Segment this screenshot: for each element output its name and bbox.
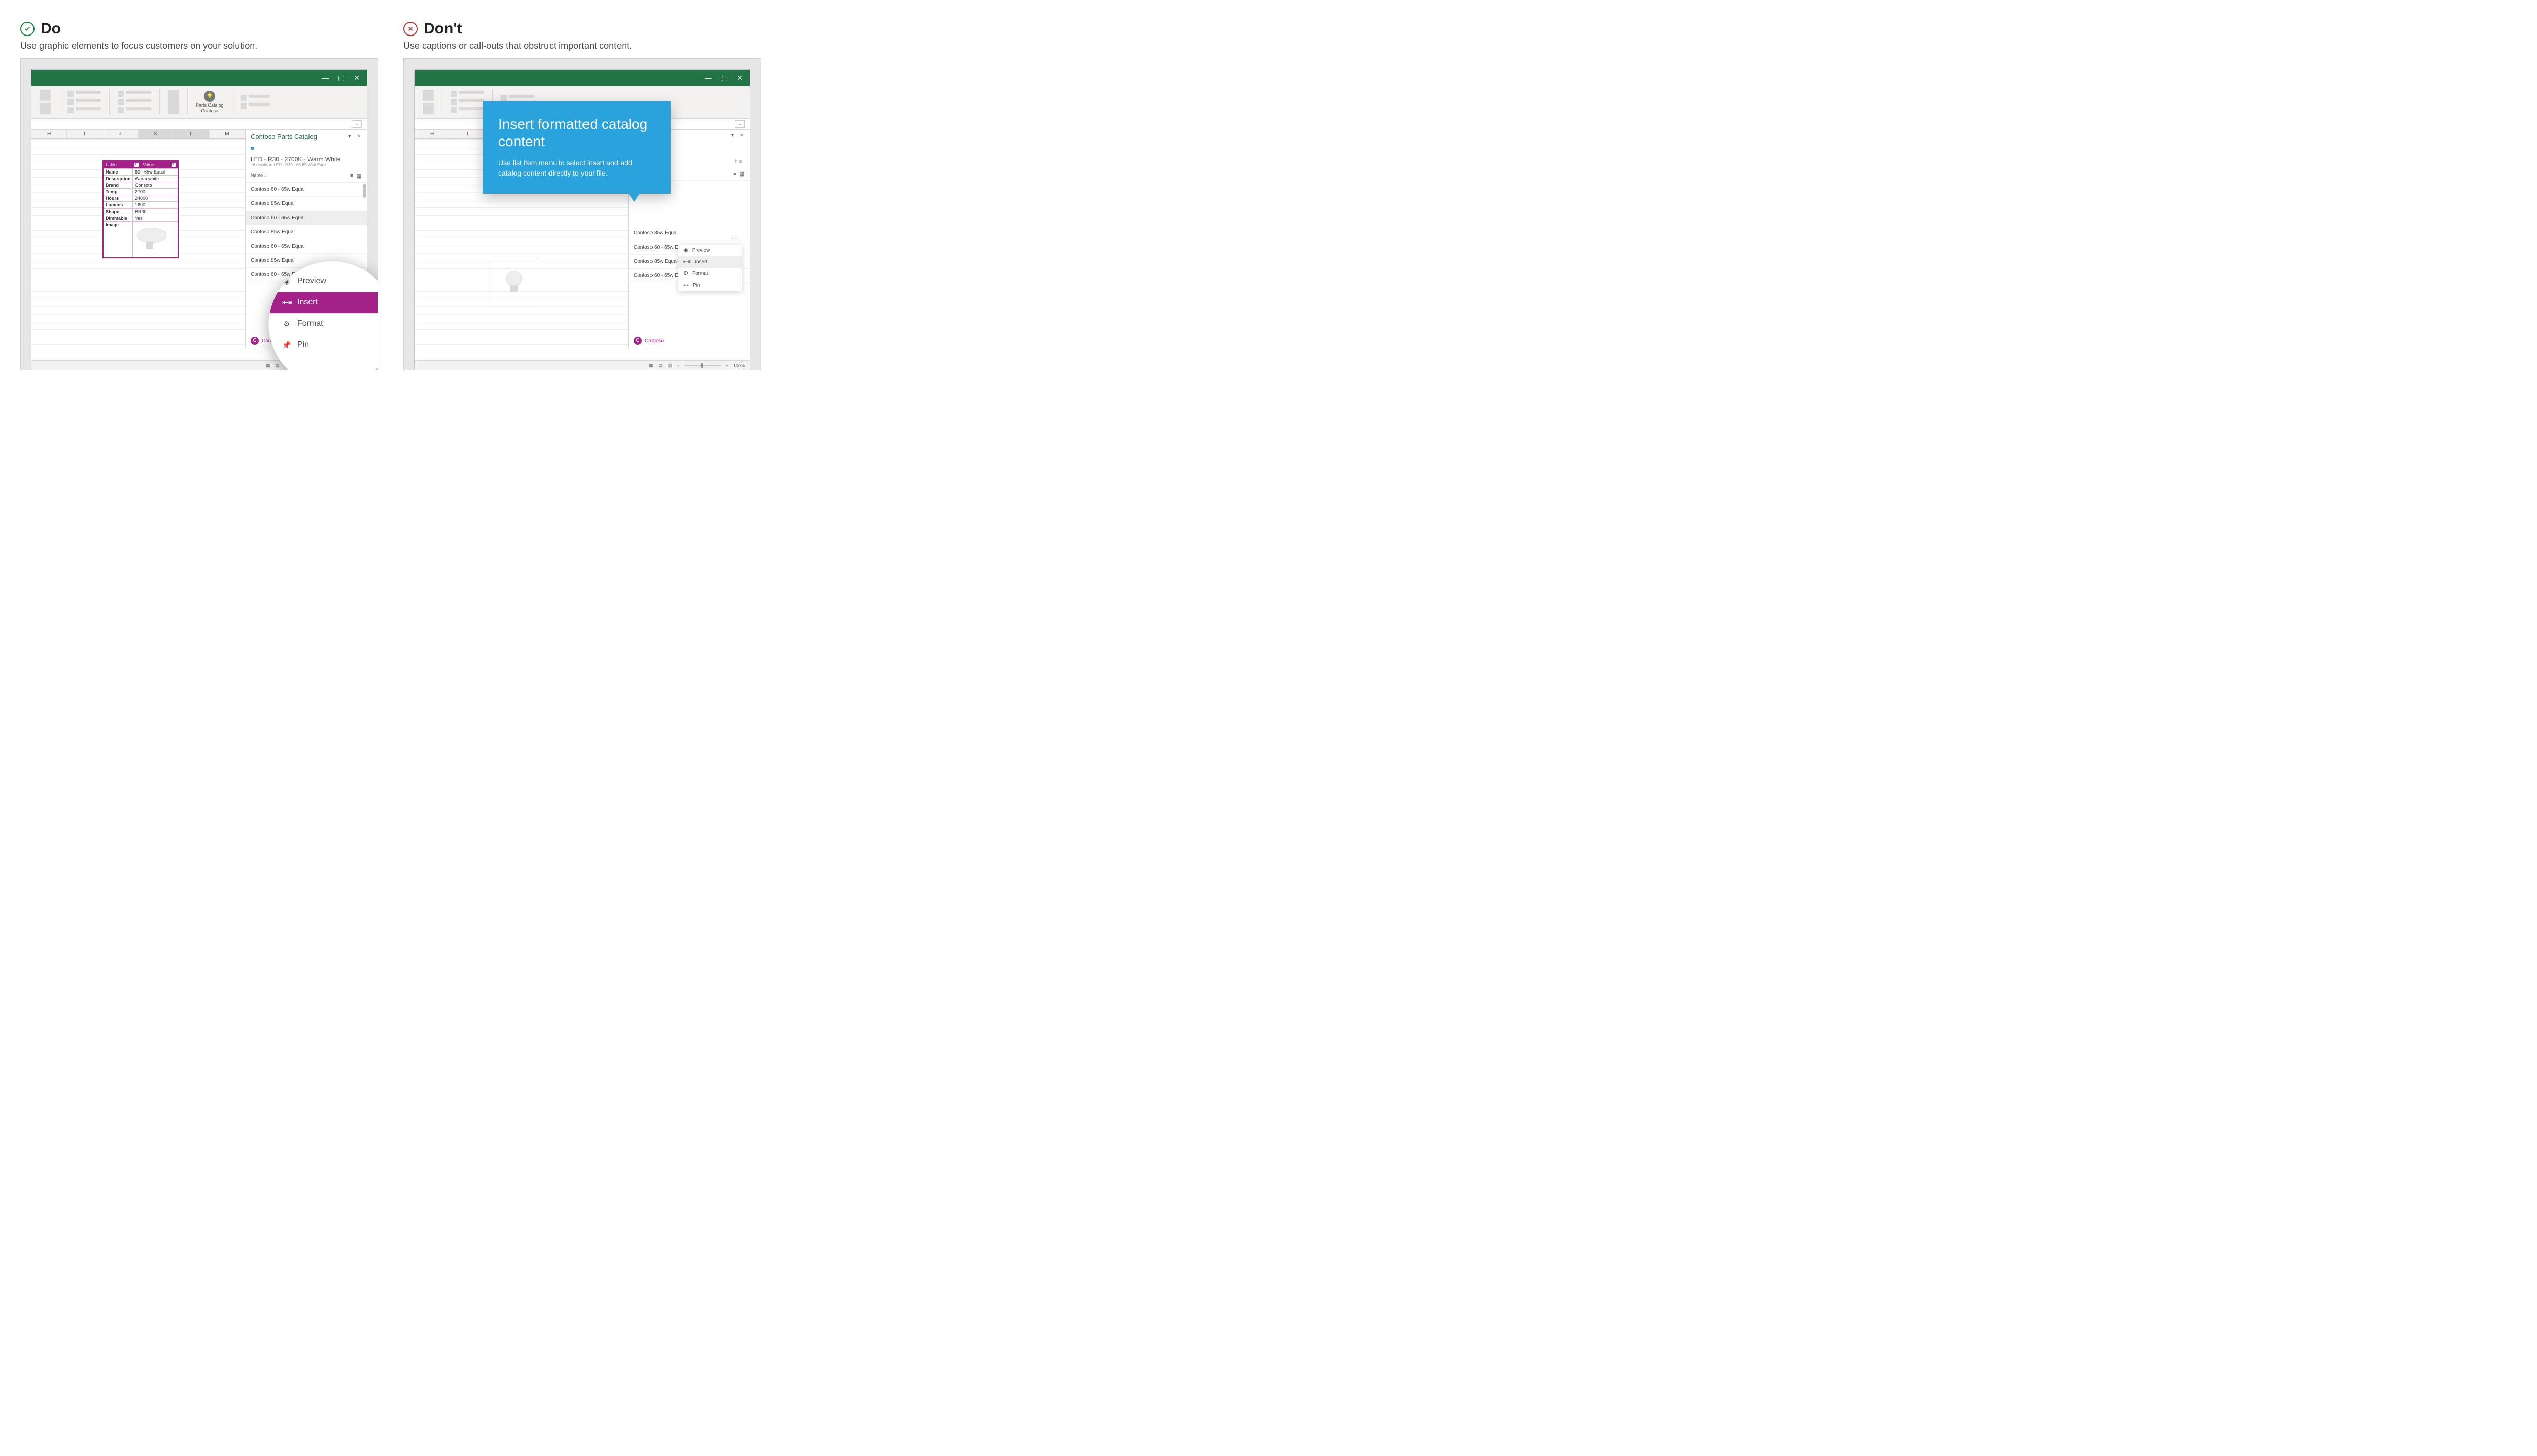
view-normal-icon[interactable]: ▦ [649, 363, 654, 368]
list-view-icon[interactable]: ≡ [350, 172, 353, 179]
list-item[interactable]: Contoso 60 - 65w Equal [246, 239, 367, 254]
eye-icon: ◉ [683, 248, 688, 253]
menu-insert[interactable]: ⇤≡Insert [678, 256, 742, 268]
parts-catalog-ribbon-button[interactable]: 💡 Parts Catalog Contoso [193, 91, 227, 113]
list-item[interactable]: Contoso 85w Equal [246, 197, 367, 211]
callout-body: Use list item menu to select insert and … [498, 158, 656, 179]
close-icon[interactable]: ✕ [357, 134, 362, 140]
pin-icon: ⊷ [683, 283, 689, 288]
menu-pin[interactable]: ⊷Pin [678, 280, 742, 291]
minimize-icon[interactable]: — [705, 74, 712, 81]
formula-bar[interactable]: ⌄ [31, 119, 367, 130]
sliders-icon: ⚙ [282, 320, 291, 328]
view-normal-icon[interactable]: ▦ [266, 363, 270, 368]
list-item[interactable]: Contoso 60 - 65w Equal [246, 183, 367, 197]
callout-title: Insert formatted catalog content [498, 116, 656, 150]
close-icon[interactable]: ✕ [740, 133, 745, 138]
callout-tail [628, 193, 640, 202]
product-title: LED - R30 - 2700K - Warm White [246, 154, 367, 163]
result-count: 16 results in LED - R30 - 60-65 Watt Equ… [246, 163, 367, 171]
obstructing-callout: Insert formatted catalog content Use lis… [483, 101, 671, 194]
menu-format[interactable]: ⚙Format [678, 268, 742, 280]
filter-icon[interactable] [134, 163, 139, 167]
more-options-icon[interactable]: ⋯ [732, 234, 739, 242]
brand-badge: C [251, 337, 259, 345]
insert-icon: ⇤≡ [282, 298, 291, 307]
chevron-down-icon[interactable]: ▾ [348, 134, 352, 140]
window-titlebar: — ▢ ✕ [31, 70, 367, 86]
do-panel: Do Use graphic elements to focus custome… [20, 20, 378, 370]
maximize-icon[interactable]: ▢ [721, 74, 728, 81]
dont-screenshot: — ▢ ✕ [403, 58, 761, 370]
filter-icon[interactable] [172, 163, 176, 167]
view-page-icon[interactable]: ▤ [275, 363, 280, 368]
insert-icon: ⇤≡ [683, 259, 691, 265]
check-circle-icon [20, 22, 35, 36]
list-item[interactable]: Contoso 85w Equal [246, 225, 367, 239]
minimize-icon[interactable]: — [322, 74, 329, 81]
do-screenshot: — ▢ ✕ [20, 58, 378, 370]
grid-view-icon[interactable]: ▦ [357, 172, 362, 179]
menu-preview[interactable]: ◉Preview [678, 245, 742, 256]
zoom-out-icon[interactable]: − [677, 363, 679, 368]
zoom-in-icon[interactable]: + [726, 363, 728, 368]
do-subtitle: Use graphic elements to focus customers … [20, 41, 378, 51]
context-menu: ◉Preview ⇤≡Insert ⚙Format ⊷Pin [678, 245, 742, 291]
dont-subtitle: Use captions or call-outs that obstruct … [403, 41, 761, 51]
taskpane-title: Contoso Parts Catalog [251, 133, 317, 141]
view-page-icon[interactable]: ▤ [658, 363, 663, 368]
status-bar: ▦ ▤ ▥ − + 100% [415, 360, 750, 370]
dont-panel: Don't Use captions or call-outs that obs… [403, 20, 761, 370]
ribbon: 💡 Parts Catalog Contoso [31, 86, 367, 119]
lightbulb-icon: 💡 [204, 91, 215, 102]
list-item[interactable]: Contoso 60 - 65w Equal [246, 211, 367, 225]
hamburger-icon[interactable]: ≡ [246, 144, 367, 154]
bulb-image [135, 227, 164, 252]
menu-pin[interactable]: 📌Pin [269, 334, 378, 356]
zoom-slider[interactable] [685, 365, 721, 366]
bulb-preview-box [489, 258, 539, 308]
chevron-down-icon[interactable]: ▾ [731, 133, 735, 138]
pin-icon: 📌 [282, 341, 291, 350]
close-icon[interactable]: ✕ [354, 74, 360, 81]
spreadsheet-grid[interactable]: HIJ KLM Lable Value Name60 - 65w Equal D… [31, 130, 245, 348]
x-circle-icon [403, 22, 418, 36]
grid-view-icon[interactable]: ▦ [740, 170, 745, 177]
sort-icon[interactable]: ↓ [264, 172, 267, 178]
scrollbar[interactable] [363, 184, 366, 198]
taskpane-footer: C Contoso [629, 334, 750, 348]
close-icon[interactable]: ✕ [737, 74, 743, 81]
do-heading: Do [41, 20, 61, 38]
list-view-icon[interactable]: ≡ [733, 170, 736, 177]
dont-heading: Don't [424, 20, 462, 38]
inserted-data-table: Lable Value Name60 - 65w Equal Descripti… [102, 160, 179, 258]
maximize-icon[interactable]: ▢ [338, 74, 345, 81]
window-titlebar: — ▢ ✕ [415, 70, 750, 86]
brand-badge: C [634, 337, 642, 345]
zoom-level[interactable]: 100% [733, 363, 745, 368]
sliders-icon: ⚙ [683, 271, 688, 276]
view-break-icon[interactable]: ▥ [668, 363, 672, 368]
menu-format[interactable]: ⚙Format [269, 313, 378, 334]
column-headers: HIJ KLM [31, 130, 245, 139]
menu-insert[interactable]: ⇤≡Insert [269, 292, 378, 313]
